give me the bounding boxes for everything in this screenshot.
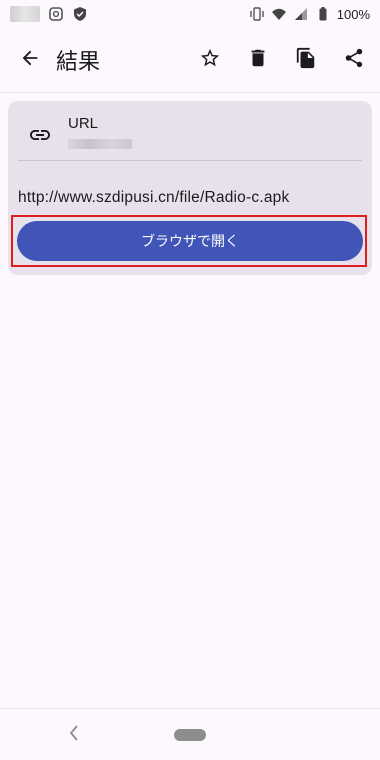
copy-icon <box>295 47 317 74</box>
screenshot-icon <box>48 6 64 22</box>
favorite-button[interactable] <box>186 36 234 84</box>
wifi-icon <box>271 6 287 22</box>
nav-back-button[interactable] <box>60 723 88 747</box>
result-type-header: URL <box>8 101 372 161</box>
share-icon <box>343 47 365 74</box>
system-nav-bar <box>0 708 380 760</box>
status-right: 100% <box>249 6 370 22</box>
delete-button[interactable] <box>234 36 282 84</box>
battery-icon <box>315 6 331 22</box>
notification-icons-blurred <box>10 6 40 22</box>
card-divider <box>18 160 362 161</box>
shield-icon <box>72 6 88 22</box>
nav-home-pill[interactable] <box>174 729 206 741</box>
status-bar: 100% <box>0 0 380 28</box>
back-arrow-icon <box>19 47 41 74</box>
signal-icon <box>293 6 309 22</box>
status-left <box>10 6 88 22</box>
app-bar-divider <box>0 92 380 93</box>
delete-icon <box>247 47 269 74</box>
star-icon <box>199 47 221 74</box>
vibrate-icon <box>249 6 265 22</box>
app-bar: 結果 <box>0 28 380 92</box>
battery-percent: 100% <box>336 6 370 22</box>
app-bar-actions <box>186 36 378 84</box>
page-title: 結果 <box>56 49 101 74</box>
open-in-browser-button[interactable]: ブラウザで開く <box>17 221 363 261</box>
result-card: URL http://www.szdipusi.cn/file/Radio-c.… <box>8 101 372 275</box>
chevron-left-icon <box>67 724 81 747</box>
timestamp-blurred <box>68 139 132 149</box>
result-type-label: URL <box>68 115 99 132</box>
result-url-text[interactable]: http://www.szdipusi.cn/file/Radio-c.apk <box>18 189 289 207</box>
share-button[interactable] <box>330 36 378 84</box>
back-button[interactable] <box>6 36 54 84</box>
copy-button[interactable] <box>282 36 330 84</box>
link-icon <box>28 123 52 152</box>
